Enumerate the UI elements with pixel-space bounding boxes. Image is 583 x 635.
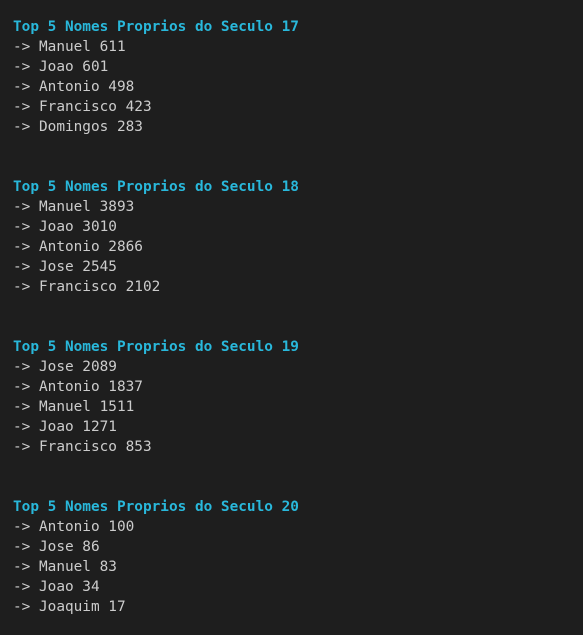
name-entry: -> Joao 601 bbox=[13, 59, 109, 75]
name-entry: -> Antonio 2866 bbox=[13, 239, 143, 255]
terminal-output: Top 5 Nomes Proprios do Seculo 17 -> Man… bbox=[0, 0, 583, 635]
name-entry: -> Joao 34 bbox=[13, 579, 100, 595]
name-entry: -> Francisco 853 bbox=[13, 439, 152, 455]
name-entry: -> Manuel 83 bbox=[13, 559, 117, 575]
name-entry: -> Jose 86 bbox=[13, 539, 100, 555]
century-section: Top 5 Nomes Proprios do Seculo 20 -> Ant… bbox=[13, 497, 583, 617]
section-heading: Top 5 Nomes Proprios do Seculo 17 bbox=[13, 19, 299, 35]
century-section: Top 5 Nomes Proprios do Seculo 18 -> Man… bbox=[13, 177, 583, 297]
name-entry: -> Antonio 100 bbox=[13, 519, 135, 535]
section-heading: Top 5 Nomes Proprios do Seculo 20 bbox=[13, 499, 299, 515]
name-entry: -> Antonio 1837 bbox=[13, 379, 143, 395]
century-section: Top 5 Nomes Proprios do Seculo 19 -> Jos… bbox=[13, 337, 583, 457]
century-section: Top 5 Nomes Proprios do Seculo 17 -> Man… bbox=[13, 17, 583, 137]
name-entry: -> Manuel 611 bbox=[13, 39, 126, 55]
name-entry: -> Manuel 3893 bbox=[13, 199, 135, 215]
name-entry: -> Jose 2089 bbox=[13, 359, 117, 375]
name-entry: -> Joaquim 17 bbox=[13, 599, 126, 615]
name-entry: -> Manuel 1511 bbox=[13, 399, 135, 415]
section-heading: Top 5 Nomes Proprios do Seculo 19 bbox=[13, 339, 299, 355]
name-entry: -> Francisco 423 bbox=[13, 99, 152, 115]
name-entry: -> Joao 3010 bbox=[13, 219, 117, 235]
name-entry: -> Jose 2545 bbox=[13, 259, 117, 275]
name-entry: -> Francisco 2102 bbox=[13, 279, 161, 295]
name-entry: -> Joao 1271 bbox=[13, 419, 117, 435]
name-entry: -> Domingos 283 bbox=[13, 119, 143, 135]
section-heading: Top 5 Nomes Proprios do Seculo 18 bbox=[13, 179, 299, 195]
name-entry: -> Antonio 498 bbox=[13, 79, 135, 95]
